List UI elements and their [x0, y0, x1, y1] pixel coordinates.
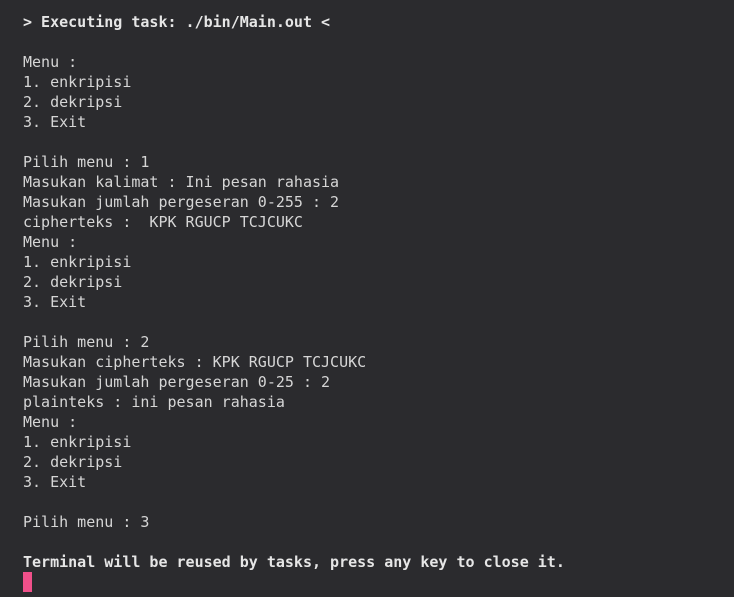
task-header: > Executing task: ./bin/Main.out < [23, 13, 331, 31]
input-ciphertext-line: Masukan cipherteks : KPK RGUCP TCJCUKC [23, 353, 367, 371]
menu-choice-line: Pilih menu : 3 [23, 513, 150, 531]
menu-item-encrypt: 1. enkripisi [23, 73, 132, 91]
menu-item-decrypt: 2. dekripsi [23, 453, 123, 471]
menu-choice-line: Pilih menu : 2 [23, 333, 150, 351]
plaintext-output-line: plainteks : ini pesan rahasia [23, 393, 285, 411]
menu-item-exit: 3. Exit [23, 473, 87, 491]
menu-title: Menu : [23, 413, 78, 431]
terminal-panel[interactable]: > Executing task: ./bin/Main.out < Menu … [0, 0, 734, 597]
menu-item-exit: 3. Exit [23, 293, 87, 311]
menu-item-decrypt: 2. dekripsi [23, 93, 123, 111]
terminal-footer-message: Terminal will be reused by tasks, press … [23, 553, 565, 571]
input-shift-line: Masukan jumlah pergeseran 0-25 : 2 [23, 373, 331, 391]
menu-item-encrypt: 1. enkripisi [23, 253, 132, 271]
menu-choice-line: Pilih menu : 1 [23, 153, 150, 171]
input-sentence-line: Masukan kalimat : Ini pesan rahasia [23, 173, 340, 191]
menu-title: Menu : [23, 53, 78, 71]
menu-item-encrypt: 1. enkripisi [23, 433, 132, 451]
input-shift-line: Masukan jumlah pergeseran 0-255 : 2 [23, 193, 340, 211]
menu-item-exit: 3. Exit [23, 113, 87, 131]
menu-item-decrypt: 2. dekripsi [23, 273, 123, 291]
terminal-cursor[interactable] [23, 572, 32, 592]
ciphertext-output-line: cipherteks : KPK RGUCP TCJCUKC [23, 213, 303, 231]
menu-title: Menu : [23, 233, 78, 251]
